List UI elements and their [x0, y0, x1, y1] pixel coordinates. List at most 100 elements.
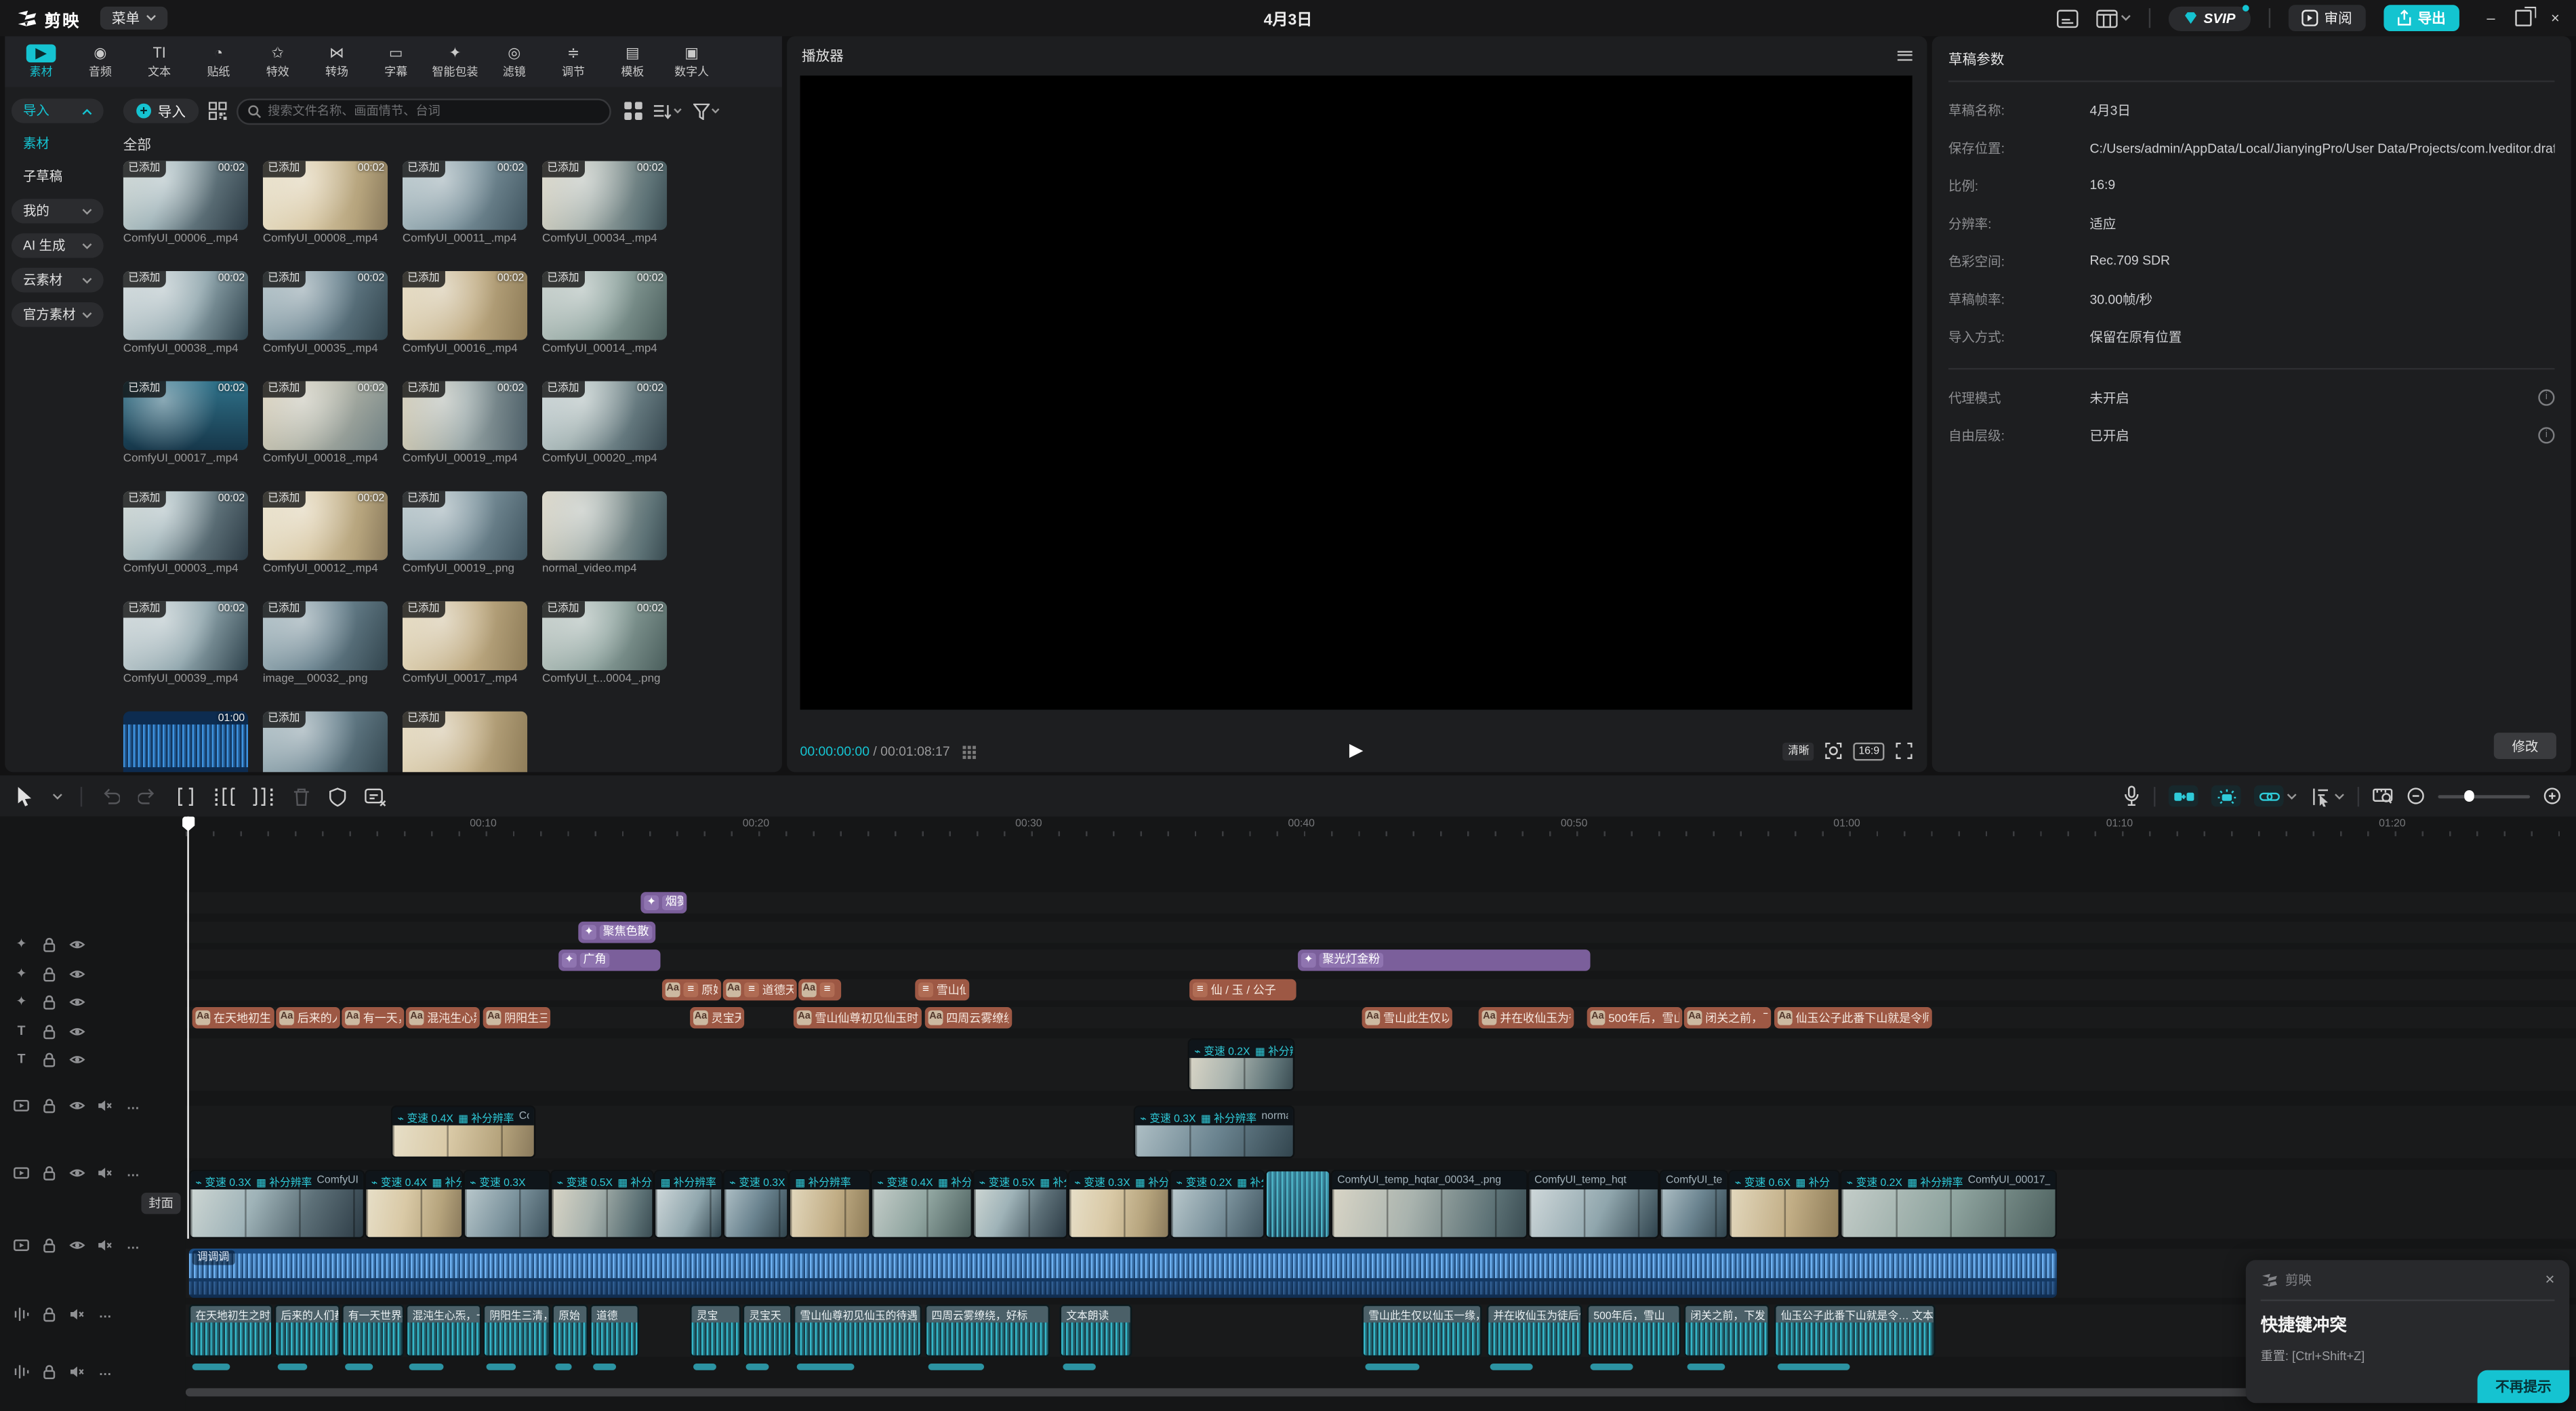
frame-grid-icon[interactable] [963, 746, 966, 750]
tts-audio-clip[interactable]: 混沌生心炁，一 [406, 1305, 482, 1357]
info-icon[interactable]: i [2538, 427, 2554, 443]
media-tile[interactable]: 已添加00:02ComfyUI_00016_.mp4 [403, 271, 527, 355]
tab-文本[interactable]: TI文本 [130, 36, 189, 87]
media-tile[interactable]: 已添加00:02ComfyUI_00034_.mp4 [542, 161, 667, 245]
eye-icon[interactable] [69, 1165, 85, 1181]
delete-icon[interactable] [292, 786, 310, 806]
aud-icon[interactable] [13, 1364, 29, 1380]
sort-button[interactable] [654, 103, 682, 119]
tab-音频[interactable]: ◉音频 [70, 36, 129, 87]
video-clip[interactable]: ⌁ 变速 0.4X▦ 补分辨率 [871, 1170, 973, 1239]
mute-icon[interactable] [69, 1306, 85, 1322]
undo-icon[interactable] [100, 786, 120, 806]
media-tile[interactable]: 已添加00:02ComfyUI_00003_.mp4 [123, 491, 248, 575]
media-tile[interactable]: 已添加00:02ComfyUI_t...0004_.png [542, 601, 667, 685]
link-clips-toggle[interactable] [2254, 785, 2284, 807]
tts-audio-clip[interactable]: 雪山此生仅以仙玉一缘，… 文 [1362, 1305, 1482, 1357]
video-clip[interactable]: ⌁ 变速 0.4X▦ 补分 [365, 1170, 463, 1239]
sidebar-item-我的[interactable]: 我的 [12, 199, 104, 223]
media-tile[interactable]: 已添加00:02ComfyUI_00019_.mp4 [403, 381, 527, 465]
media-tile[interactable]: 已添加ComfyUI_00019_.png [403, 491, 527, 575]
tts-audio-clip[interactable]: 原始 [552, 1305, 588, 1357]
video-clip[interactable]: ⌁ 变速 0.5X▦ 补分 [550, 1170, 654, 1239]
tts-audio-clip[interactable]: 仙玉公子此番下山就是令… 文本朗读 [1774, 1305, 1936, 1357]
minimize-button[interactable]: – [2487, 10, 2495, 26]
tts-audio-clip[interactable]: 闭关之前，下发 [1684, 1305, 1770, 1357]
lock-icon[interactable] [41, 1364, 58, 1380]
media-tile[interactable]: 已添加00:02ComfyUI_00035_.mp4 [263, 271, 388, 355]
text-clip[interactable]: Aa≡道德天 [723, 979, 797, 1001]
ruler-preview-icon[interactable] [2372, 787, 2394, 805]
microphone-icon[interactable] [2123, 785, 2141, 807]
video-clip[interactable]: ComfyUI_temp_hqt [1528, 1170, 1659, 1239]
play-button[interactable]: ▶ [1349, 737, 1364, 764]
tts-audio-clip[interactable]: 文本朗读 [1060, 1305, 1132, 1357]
text-clip[interactable]: ≡雪山仙 [915, 979, 969, 1001]
tab-模板[interactable]: ▤模板 [603, 36, 662, 87]
subtitle-clip[interactable]: Aa仙玉公子此番下山就是令师尊之命，救 [1774, 1007, 1932, 1029]
media-tile[interactable]: 已添加00:02ComfyUI_00014_.mp4 [542, 271, 667, 355]
video-clip[interactable]: ⌁ 变速 0.2X▦ 补分辨率 [1170, 1170, 1265, 1239]
more-icon[interactable]: … [97, 1364, 113, 1380]
restore-window-button[interactable] [2515, 10, 2531, 26]
focus-zoom-icon[interactable] [1826, 743, 1842, 759]
horizontal-scrollbar[interactable] [186, 1388, 2563, 1396]
info-icon[interactable]: i [2538, 390, 2554, 406]
media-tile[interactable]: 已添加ComfyUI_00017_.mp4 [403, 601, 527, 685]
split-left-icon[interactable] [213, 786, 235, 806]
eye-icon[interactable] [69, 993, 85, 1009]
video-clip[interactable]: ⌁ 变速 0.3X [464, 1170, 550, 1239]
video-clip[interactable]: ⌁ 变速 0.3X▦ 补分辨率 [1068, 1170, 1170, 1239]
tts-audio-clip[interactable]: 灵宝 [690, 1305, 741, 1357]
zoom-out-icon[interactable] [2407, 787, 2425, 805]
sidebar-item-导入[interactable]: 导入 [12, 98, 104, 123]
lock-icon[interactable] [41, 936, 58, 952]
tts-audio-clip[interactable]: 四周云雾缭绕，好标 [925, 1305, 1050, 1357]
media-tile[interactable]: 已添加 [403, 712, 527, 773]
redo-icon[interactable] [138, 786, 158, 806]
media-tile[interactable]: normal_video.mp4 [542, 491, 667, 575]
delete-subtitles-icon[interactable] [365, 786, 386, 806]
chevron-down-icon[interactable] [53, 793, 63, 800]
video-clip[interactable]: ⌁ 变速 0.3X [723, 1170, 789, 1239]
select-cursor-icon[interactable] [15, 785, 35, 807]
media-tile[interactable]: 已添加00:02ComfyUI_00006_.mp4 [123, 161, 248, 245]
tts-audio-clip[interactable]: 道德 [590, 1305, 639, 1357]
video-clip[interactable]: ⌁ 变速 0.5X▦ 补分辨 [973, 1170, 1068, 1239]
lock-icon[interactable] [41, 1165, 58, 1181]
subtitle-clip[interactable]: Aa后来的人们都 [276, 1007, 340, 1029]
mute-icon[interactable] [69, 1364, 85, 1380]
effect-clip[interactable]: ✦广角 [558, 949, 660, 971]
subtitle-clip[interactable]: Aa在天地初生之时， [192, 1007, 274, 1029]
fullscreen-icon[interactable] [1896, 743, 1912, 759]
effect-clip[interactable]: ✦聚光灯金粉 [1298, 949, 1590, 971]
preview-cursor-icon[interactable] [2310, 786, 2331, 806]
import-button[interactable]: + 导入 [123, 98, 199, 123]
lock-icon[interactable] [41, 1097, 58, 1113]
more-icon[interactable]: … [125, 1165, 141, 1181]
media-tile[interactable]: 已添加00:02ComfyUI_00020_.mp4 [542, 381, 667, 465]
close-icon[interactable]: × [2545, 1272, 2554, 1288]
subtitle-clip[interactable]: Aa并在收仙玉为徒后便不 [1479, 1007, 1574, 1029]
effect-clip[interactable]: ✦烟雾 [640, 892, 687, 914]
subtitle-clip[interactable]: Aa有一天，世界 [342, 1007, 404, 1029]
text-clip[interactable]: Aa≡灵宝 [798, 979, 841, 1001]
subtitle-clip[interactable]: Aa四周云雾缭绕，好 [925, 1007, 1012, 1029]
tts-audio-clip[interactable]: 在天地初生之时，万 [189, 1305, 273, 1357]
media-tile[interactable]: 已添加 [263, 712, 388, 773]
video-clip[interactable]: ⌁ 变速 0.6X▦ 补分 [1728, 1170, 1840, 1239]
subtitle-clip[interactable]: Aa500年后，雪山仙 [1587, 1007, 1683, 1029]
layout-switch-button[interactable] [2097, 9, 2131, 27]
sidebar-item-素材[interactable]: 素材 [12, 133, 104, 155]
subtitle-clip[interactable]: Aa阴阳生三清，三 [483, 1007, 550, 1029]
sidebar-item-云素材[interactable]: 云素材 [12, 268, 104, 292]
tts-audio-clip[interactable]: 500年后，雪山 [1587, 1305, 1681, 1357]
sidebar-item-AI 生成[interactable]: AI 生成 [12, 233, 104, 258]
tab-滤镜[interactable]: ◎滤镜 [485, 36, 544, 87]
video-clip[interactable]: ComfyUI_temp_hqtar_00034_.png [1331, 1170, 1528, 1239]
modify-button[interactable]: 修改 [2494, 733, 2556, 759]
eye-icon[interactable] [69, 965, 85, 981]
sidebar-item-官方素材[interactable]: 官方素材 [12, 302, 104, 327]
tab-数字人[interactable]: ▣数字人 [662, 36, 721, 87]
time-ruler[interactable]: 00:1000:2000:3000:4000:5001:0001:1001:20 [186, 817, 2576, 836]
